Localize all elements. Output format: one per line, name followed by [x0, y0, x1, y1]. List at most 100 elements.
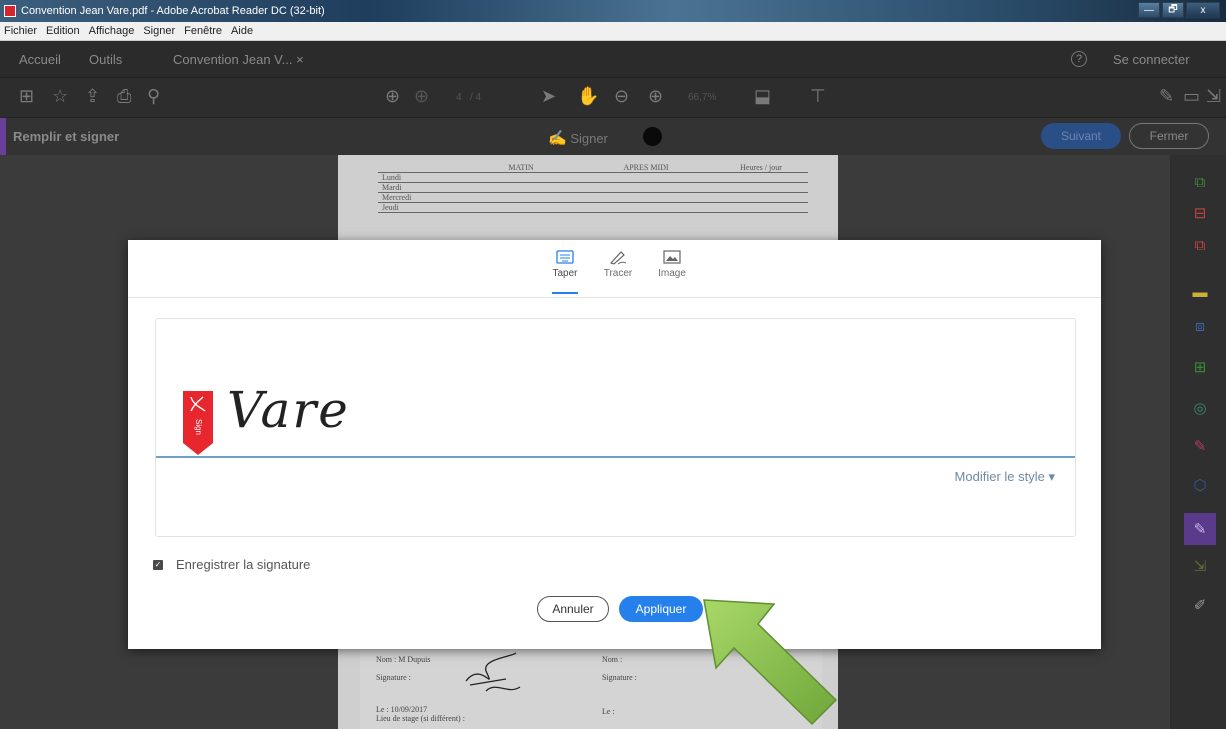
print-icon[interactable]: ⎙: [117, 86, 131, 107]
comment-tool-icon[interactable]: ▬: [1190, 282, 1210, 302]
export-pdf-icon[interactable]: ⧉: [1190, 172, 1210, 192]
tab-outils[interactable]: Outils: [89, 52, 122, 67]
help-icon[interactable]: ?: [1071, 51, 1087, 67]
page-total: / 4: [470, 92, 482, 103]
signature-right-label: Signature :: [602, 673, 637, 682]
close-window-button[interactable]: x: [1186, 2, 1220, 18]
menu-affichage[interactable]: Affichage: [89, 25, 135, 37]
fit-page-icon[interactable]: ⬓: [754, 86, 771, 107]
hand-tool-icon[interactable]: ✋: [577, 86, 599, 107]
tab-tracer[interactable]: Tracer: [593, 249, 643, 279]
zoom-out-icon[interactable]: ⊖: [614, 86, 629, 107]
menu-edition[interactable]: Edition: [46, 25, 80, 37]
signer-button[interactable]: ✍ Signer: [548, 129, 608, 147]
select-cursor-icon[interactable]: ➤: [541, 86, 556, 107]
more-tools-icon[interactable]: ⇲: [1190, 556, 1210, 576]
fill-sign-rail-icon[interactable]: ✎: [1184, 513, 1216, 545]
minimize-button[interactable]: —: [1138, 2, 1160, 18]
save-signature-checkbox[interactable]: ✓: [153, 559, 163, 570]
fill-sign-icon[interactable]: ✎: [1159, 86, 1174, 107]
tab-tracer-label: Tracer: [603, 268, 633, 279]
menu-aide[interactable]: Aide: [231, 25, 253, 37]
scan-icon[interactable]: ◎: [1190, 398, 1210, 418]
day-label: Mardi: [382, 183, 402, 192]
page-number-field[interactable]: 4: [456, 92, 462, 103]
tab-image-label: Image: [658, 268, 686, 279]
header-matin: MATIN: [508, 163, 534, 172]
protect-icon[interactable]: ⬡: [1190, 475, 1210, 495]
ink-color-swatch[interactable]: [643, 127, 662, 146]
combine-files-icon[interactable]: ⧈: [1190, 316, 1210, 336]
tab-bar: Accueil Outils Convention Jean V... × ? …: [0, 41, 1226, 77]
schedule-table: MATIN APRES MIDI Heures / jour Lundi Mar…: [378, 163, 808, 213]
suivant-button[interactable]: Suivant: [1041, 123, 1121, 149]
fermer-button[interactable]: Fermer: [1129, 123, 1209, 149]
connect-link[interactable]: Se connecter: [1113, 52, 1190, 67]
create-pdf-icon[interactable]: ⊟: [1190, 203, 1210, 223]
comment-tool-icon[interactable]: ⊤: [810, 86, 826, 107]
share-icon[interactable]: ⇲: [1206, 86, 1221, 107]
create-pdf-icon[interactable]: ⊞: [19, 86, 34, 107]
restore-button[interactable]: 🗗: [1162, 2, 1184, 18]
typed-signature: Vare: [227, 381, 350, 439]
tab-image[interactable]: Image: [647, 249, 697, 279]
tools-settings-icon[interactable]: ✐: [1190, 595, 1210, 615]
edit-pdf-icon[interactable]: ⧉: [1190, 235, 1210, 255]
day-label: Mercredi: [382, 193, 412, 202]
window-title: Convention Jean Vare.pdf - Adobe Acrobat…: [21, 5, 325, 17]
handwritten-signature-scribble: [465, 652, 521, 692]
apply-button[interactable]: Appliquer: [619, 596, 703, 622]
modify-style-dropdown[interactable]: Modifier le style ▾: [955, 469, 1055, 485]
fill-sign-bar: Remplir et signer ✍ Signer Suivant Ferme…: [0, 117, 1226, 156]
main-toolbar: ⊞ ☆ ⇪ ⎙ ⚲ ⊕ ⊕ 4 / 4 ➤ ✋ ⊖ ⊕ 66,7% ⬓ ⊤ ✎ …: [0, 77, 1226, 117]
save-signature-label: Enregistrer la signature: [176, 557, 311, 572]
name-right: Nom :: [602, 655, 623, 664]
comment-icon[interactable]: ▭: [1183, 86, 1200, 107]
date-left: Le : 10/09/2017: [376, 705, 428, 714]
cancel-button[interactable]: Annuler: [537, 596, 609, 622]
bookmark-star-icon[interactable]: ☆: [52, 86, 68, 107]
fill-sign-title: Remplir et signer: [13, 129, 120, 144]
name-left: Nom : M Dupuis: [376, 655, 431, 664]
menu-fenetre[interactable]: Fenêtre: [184, 25, 222, 37]
place-left: Lieu de stage (si différent) :: [376, 714, 465, 723]
tab-accueil[interactable]: Accueil: [19, 52, 61, 67]
header-heures: Heures / jour: [740, 163, 782, 172]
sign-flag-icon: Sign: [183, 391, 213, 455]
tab-taper[interactable]: Taper: [540, 249, 590, 294]
acrobat-window: Convention Jean Vare.pdf - Adobe Acrobat…: [0, 0, 1226, 729]
schedule-header-row: MATIN APRES MIDI Heures / jour: [378, 163, 808, 173]
date-right: Le :: [602, 707, 615, 716]
next-page-icon[interactable]: ⊕: [414, 86, 429, 107]
table-row: Jeudi: [378, 203, 808, 213]
signer-label: Signer: [570, 131, 608, 146]
tool-accent-bar: [0, 118, 6, 156]
draw-pen-icon: [609, 251, 627, 265]
acrobat-app-icon: [4, 5, 16, 17]
tab-document[interactable]: Convention Jean V... ×: [173, 52, 304, 67]
signature-canvas[interactable]: Sign Vare Modifier le style ▾: [155, 318, 1076, 537]
sign-flag-text: Sign: [194, 419, 203, 435]
save-signature-option[interactable]: ✓ Enregistrer la signature: [153, 557, 310, 572]
keyboard-icon: [556, 250, 574, 264]
organize-pages-icon[interactable]: ⊞: [1190, 357, 1210, 377]
menu-bar: Fichier Edition Affichage Signer Fenêtre…: [0, 22, 1226, 41]
title-bar: Convention Jean Vare.pdf - Adobe Acrobat…: [0, 0, 1226, 22]
previous-page-icon[interactable]: ⊕: [385, 86, 400, 107]
signature-baseline: [156, 456, 1075, 458]
header-apres-midi: APRES MIDI: [623, 163, 669, 172]
zoom-level-field[interactable]: 66,7%: [688, 92, 716, 103]
signature-dialog: Taper Tracer Image Sign Vare Modifier le…: [128, 240, 1101, 649]
table-row: Lundi: [378, 173, 808, 183]
day-label: Jeudi: [382, 203, 399, 212]
window-controls: — 🗗 x: [1138, 2, 1220, 18]
send-sign-icon[interactable]: ✎: [1190, 436, 1210, 456]
menu-fichier[interactable]: Fichier: [4, 25, 37, 37]
upload-cloud-icon[interactable]: ⇪: [85, 86, 100, 107]
table-row: Mardi: [378, 183, 808, 193]
zoom-in-icon[interactable]: ⊕: [648, 86, 663, 107]
signature-left-label: Signature :: [376, 673, 411, 682]
signature-mode-tabs: Taper Tracer Image: [128, 240, 1101, 298]
menu-signer[interactable]: Signer: [143, 25, 175, 37]
search-icon[interactable]: ⚲: [147, 86, 160, 107]
